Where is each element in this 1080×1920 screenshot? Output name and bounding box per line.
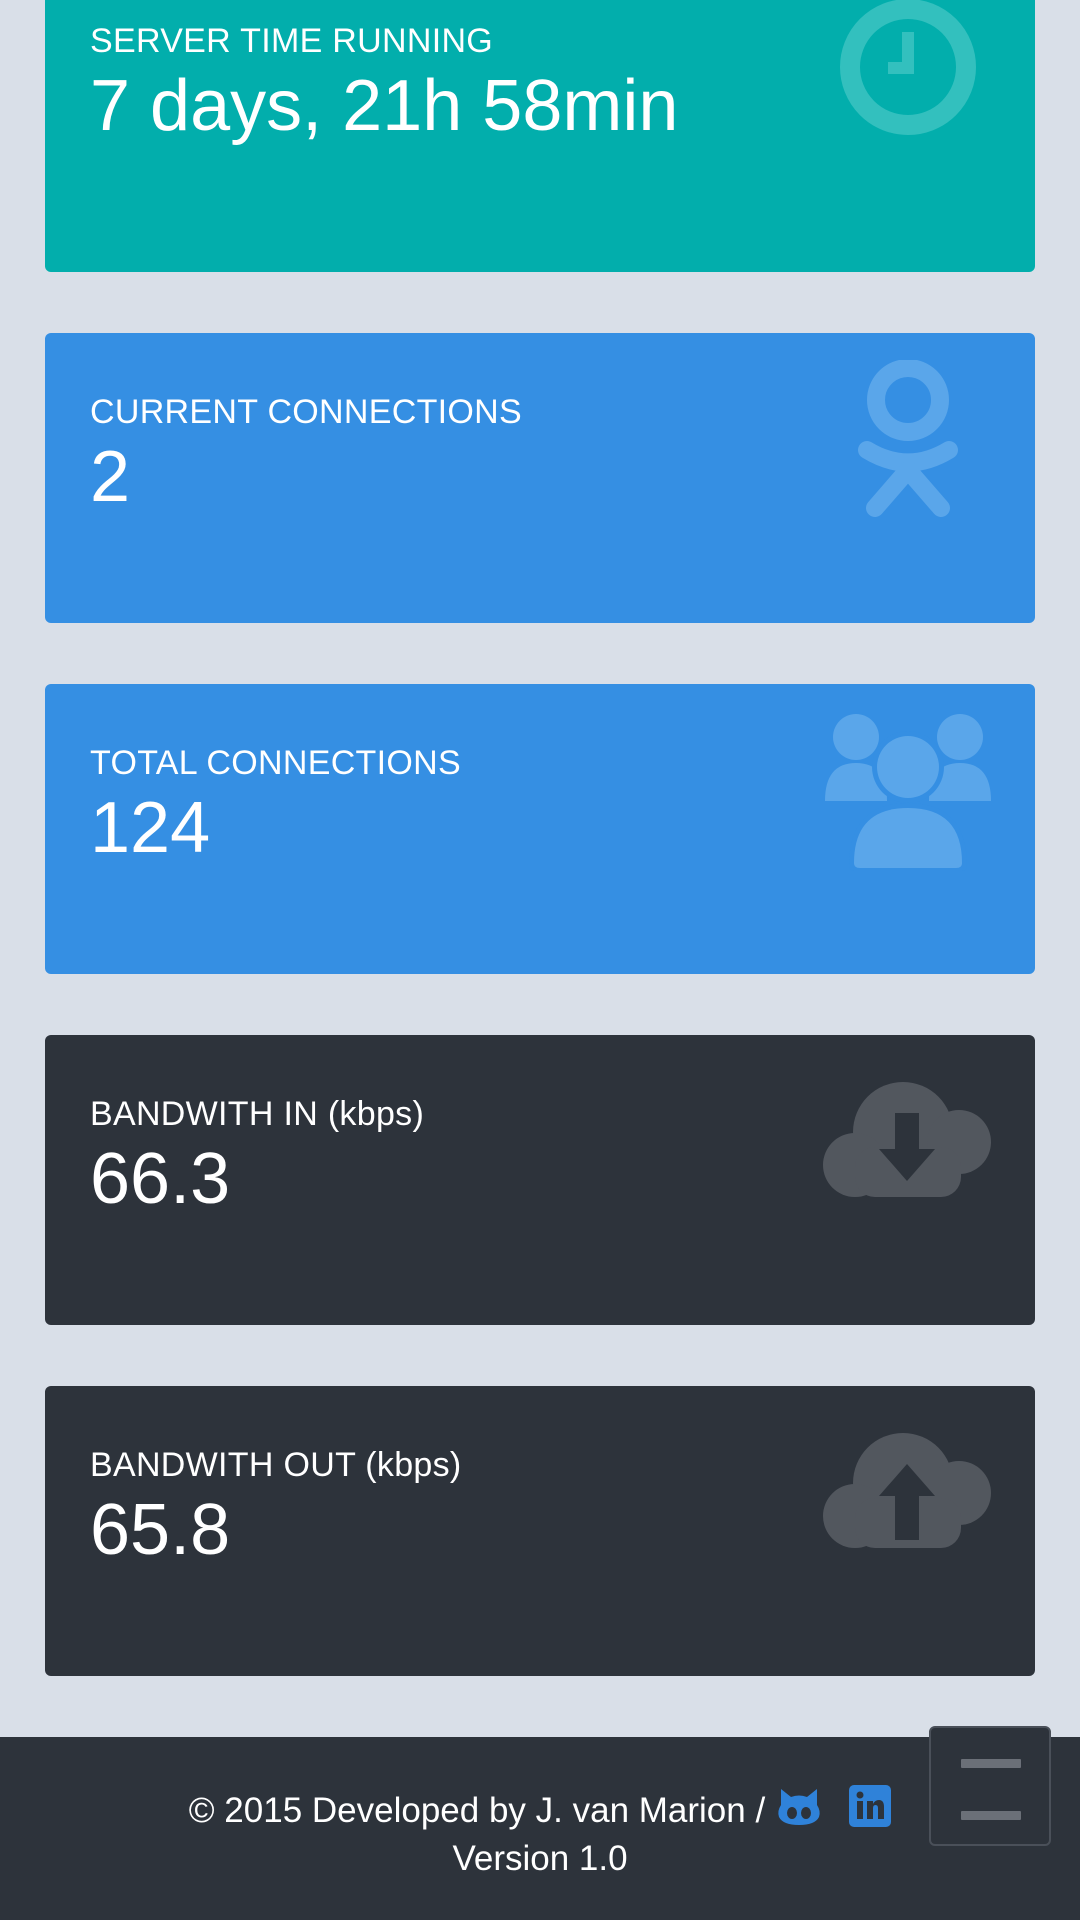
server-time-value: 7 days, 21h 58min <box>90 66 679 146</box>
current-connections-label: CURRENT CONNECTIONS <box>90 393 522 431</box>
current-connections-value: 2 <box>90 437 131 517</box>
footer-credit: © 2015 Developed by J. van Marion / <box>188 1790 766 1830</box>
bandwidth-out-card: BANDWITH OUT (kbps) 65.8 <box>45 1386 1035 1676</box>
footer-credit-line: © 2015 Developed by J. van Marion / <box>0 1785 1080 1836</box>
github-icon <box>775 1785 823 1836</box>
total-connections-value: 124 <box>90 788 211 868</box>
users-group-icon <box>820 714 995 871</box>
linkedin-link[interactable] <box>849 1785 892 1836</box>
server-time-card: SERVER TIME RUNNING 7 days, 21h 58min <box>45 0 1035 272</box>
footer-version: Version 1.0 <box>452 1839 628 1878</box>
clock-icon <box>820 0 995 142</box>
hamburger-menu-button[interactable] <box>929 1726 1051 1846</box>
bandwidth-in-label: BANDWITH IN (kbps) <box>90 1095 425 1133</box>
bandwidth-in-value: 66.3 <box>90 1139 231 1219</box>
total-connections-label: TOTAL CONNECTIONS <box>90 744 461 782</box>
total-connections-card: TOTAL CONNECTIONS 124 <box>45 684 1035 974</box>
footer: © 2015 Developed by J. van Marion / Vers… <box>0 1737 1080 1920</box>
linkedin-icon <box>849 1785 892 1836</box>
cloud-download-icon <box>820 1067 995 1217</box>
server-time-label: SERVER TIME RUNNING <box>90 22 494 60</box>
cloud-upload-icon <box>820 1418 995 1568</box>
bandwidth-out-label: BANDWITH OUT (kbps) <box>90 1446 462 1484</box>
github-link[interactable] <box>775 1785 823 1836</box>
bandwidth-out-value: 65.8 <box>90 1490 231 1570</box>
hamburger-menu-icon-bar <box>961 1811 1021 1820</box>
current-connections-card: CURRENT CONNECTIONS 2 <box>45 333 1035 623</box>
bandwidth-in-card: BANDWITH IN (kbps) 66.3 <box>45 1035 1035 1325</box>
odnoklassniki-person-icon <box>820 360 995 517</box>
hamburger-menu-icon <box>961 1759 1021 1768</box>
